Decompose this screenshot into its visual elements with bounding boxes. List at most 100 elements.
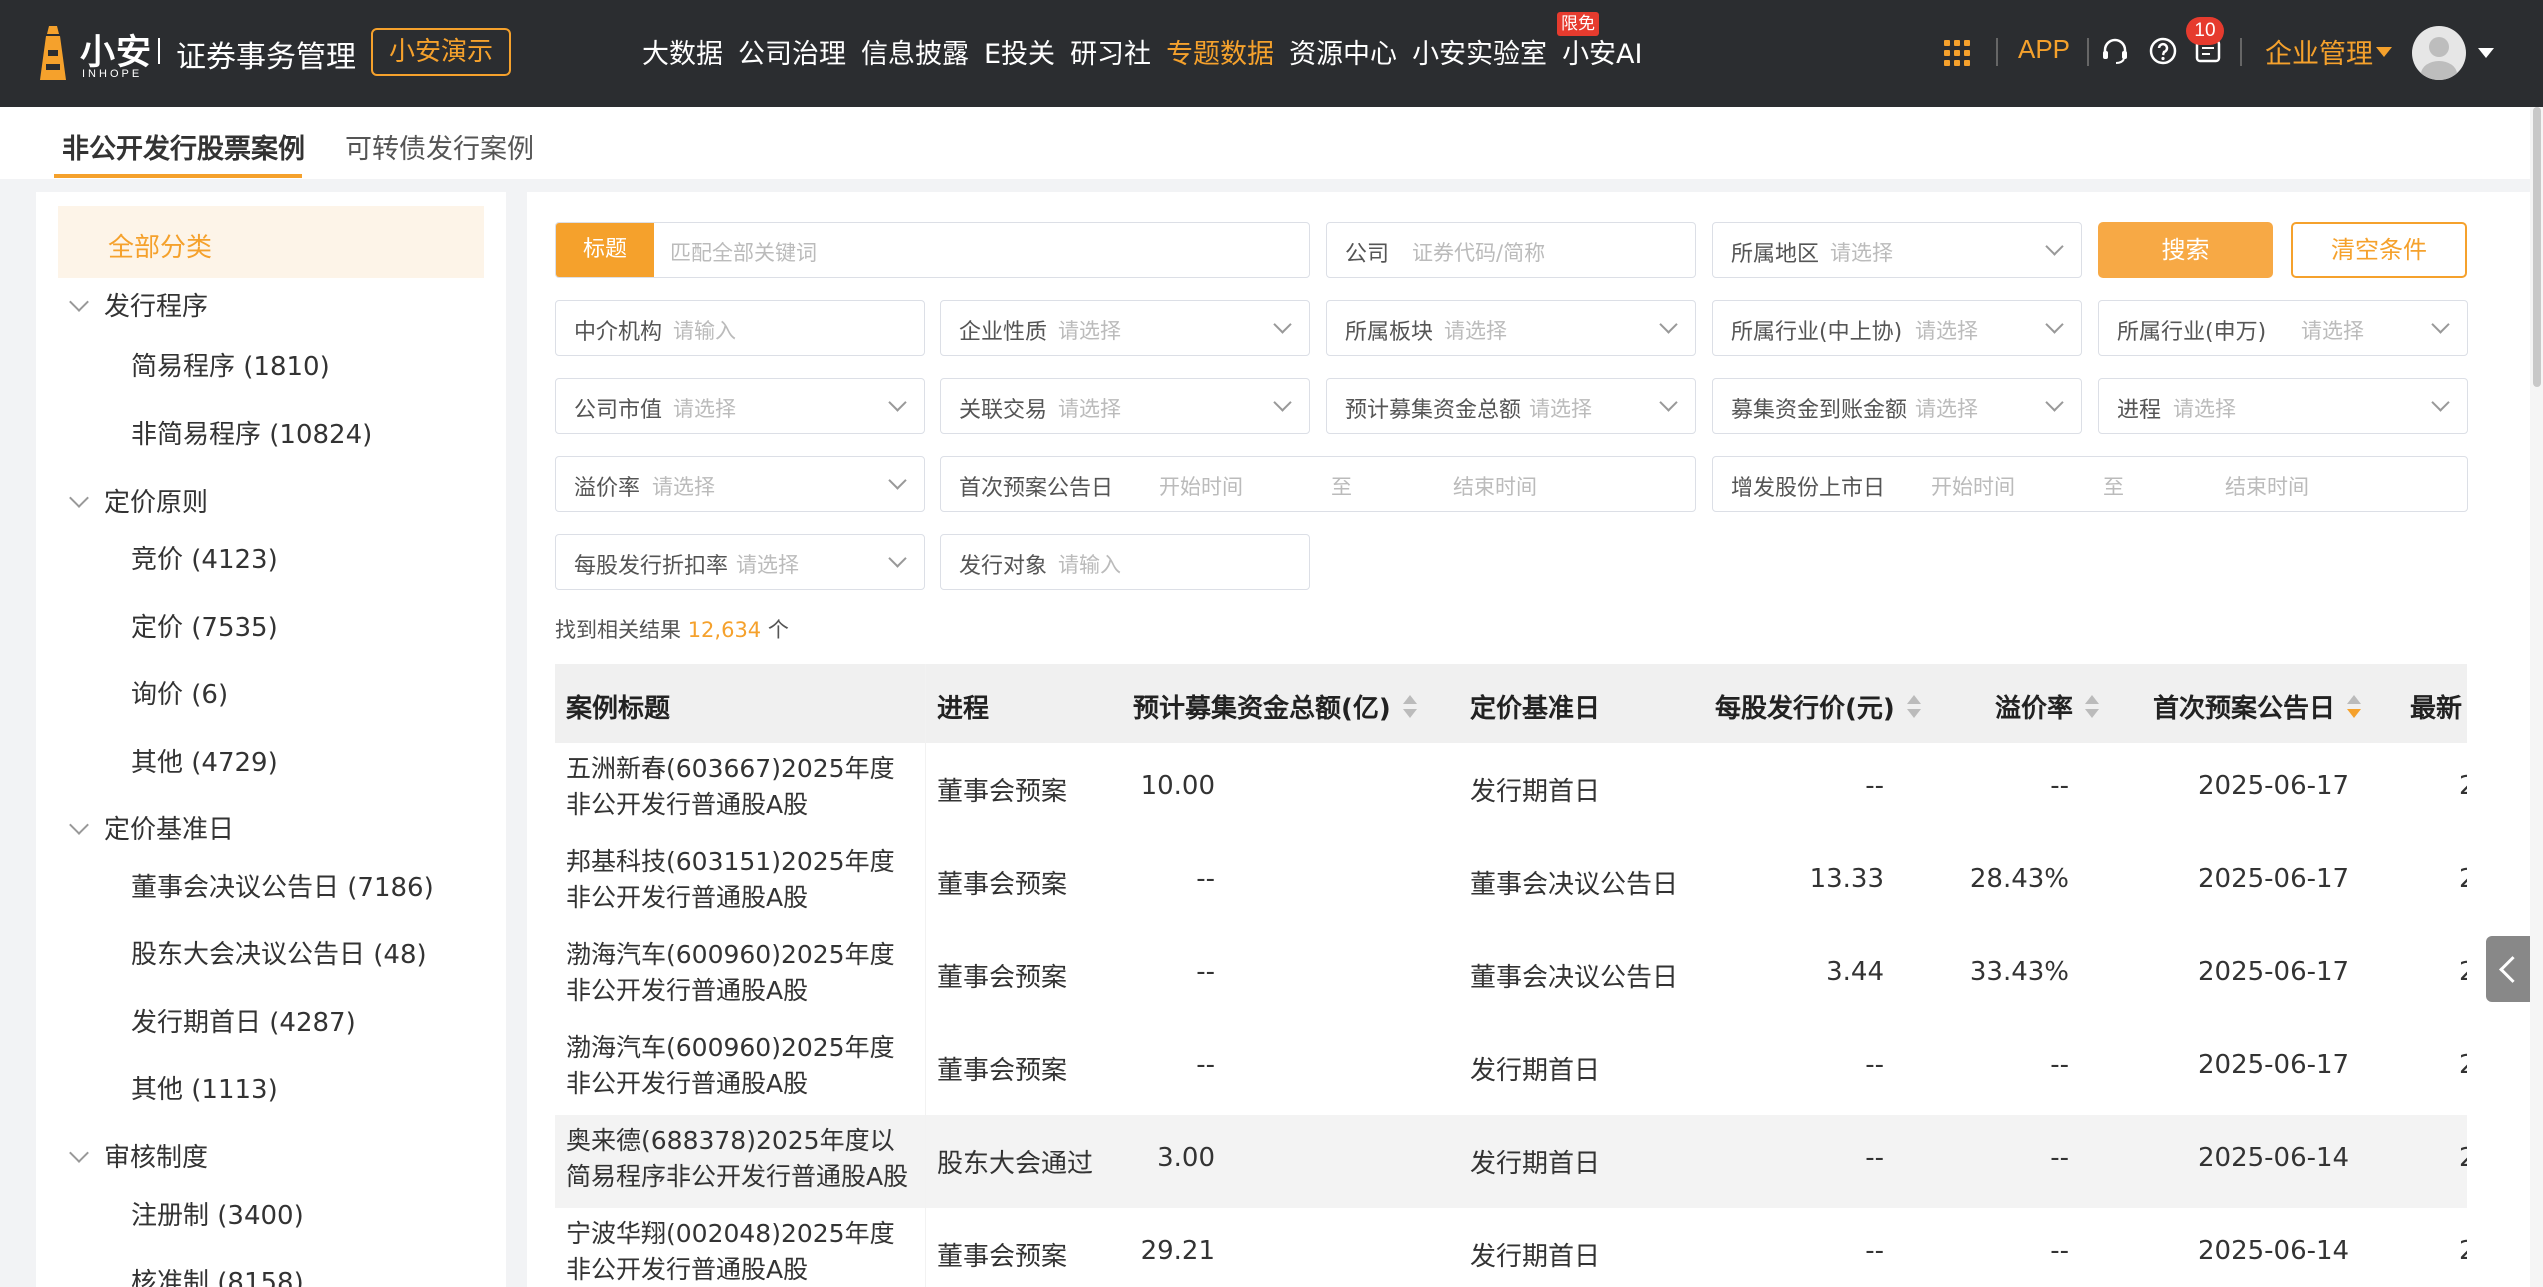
table-row[interactable]: 五洲新春(603667)2025年度非公开发行普通股A股 董事会预案 10.00… [555,743,2467,837]
first-announcement-date-range[interactable]: 首次预案公告日 开始时间 至 结束时间 [940,456,1696,512]
premium-rate-select[interactable]: 溢价率 请选择 [555,456,925,512]
sidebar-item-registration-system[interactable]: 注册制 (3400) [131,1195,304,1232]
case-title-link[interactable]: 渤海汽车(600960)2025年度非公开发行普通股A股 [566,1030,916,1102]
cell-latest: 2 [2459,864,2467,894]
industry-csa-select[interactable]: 所属行业(中上协) 请选择 [1712,300,2082,356]
region-select[interactable]: 所属地区 请选择 [1712,222,2082,278]
title-keyword-field[interactable]: 标题 匹配全部关键词 [555,222,1310,278]
sidebar-item-inquiry[interactable]: 询价 (6) [131,674,228,711]
side-panel-toggle[interactable] [2486,936,2530,1002]
clear-filters-button[interactable]: 清空条件 [2291,222,2467,278]
tab-convertible-bond-cases[interactable]: 可转债发行案例 [345,127,534,166]
cell-premium-rate: -- [2050,1143,2069,1173]
chevron-down-icon [1659,393,1678,412]
intermediary-field[interactable]: 中介机构 请输入 [555,300,925,356]
table-row[interactable]: 渤海汽车(600960)2025年度非公开发行普通股A股 董事会预案 -- 董事… [555,929,2467,1023]
sidebar-group-review-system[interactable]: 审核制度 [69,1137,208,1174]
sidebar-item-bidding[interactable]: 竞价 (4123) [131,539,278,576]
sort-desc-icon[interactable] [2347,694,2362,721]
case-title-link[interactable]: 邦基科技(603151)2025年度非公开发行普通股A股 [566,844,916,916]
sort-icon[interactable] [1906,694,1921,721]
help-icon[interactable] [2148,36,2178,66]
title-tag: 标题 [556,223,654,277]
cell-raise-amount: -- [1196,1050,1215,1080]
case-title-link[interactable]: 渤海汽车(600960)2025年度非公开发行普通股A股 [566,937,916,1009]
board-select[interactable]: 所属板块 请选择 [1326,300,1696,356]
column-header-raise-amount[interactable]: 预计募集资金总额(亿) [1133,688,1417,725]
table-row[interactable]: 奥来德(688378)2025年度以简易程序非公开发行普通股A股 股东大会通过 … [555,1115,2467,1209]
sort-icon[interactable] [2085,694,2100,721]
start-date-input[interactable]: 开始时间 [1931,471,2015,501]
nav-disclosure[interactable]: 信息披露 [861,32,969,71]
nav-ai[interactable]: 小安AI [1562,32,1642,71]
app-title: 证券事务管理 [176,40,356,75]
enterprise-management-menu[interactable]: 企业管理 [2265,32,2373,71]
top-navigation-bar: 小安 INHOPE 证券事务管理 小安演示 大数据 公司治理 信息披露 E投关 … [0,0,2543,107]
case-title-link[interactable]: 奥来德(688378)2025年度以简易程序非公开发行普通股A股 [566,1123,916,1195]
apps-grid-icon[interactable] [1944,40,1970,66]
raise-total-select[interactable]: 预计募集资金总额 请选择 [1326,378,1696,434]
cell-first-announcement-date: 2025-06-14 [2198,1236,2350,1266]
nav-study-club[interactable]: 研习社 [1070,32,1151,71]
caret-down-icon[interactable] [2376,47,2392,57]
sidebar-group-pricing-base-date[interactable]: 定价基准日 [69,809,234,846]
sidebar-item-all[interactable]: 全部分类 [58,206,484,278]
industry-sw-select[interactable]: 所属行业(申万) 请选择 [2098,300,2468,356]
nav-big-data[interactable]: 大数据 [642,32,723,71]
enterprise-nature-select[interactable]: 企业性质 请选择 [940,300,1310,356]
raise-net-select[interactable]: 募集资金到账金额 请选择 [1712,378,2082,434]
nav-resource-center[interactable]: 资源中心 [1289,32,1397,71]
sidebar-item-pricing-other[interactable]: 其他 (4729) [131,742,278,779]
market-cap-select[interactable]: 公司市值 请选择 [555,378,925,434]
sidebar-item-base-date-other[interactable]: 其他 (1113) [131,1069,278,1106]
column-header-first-announcement-date[interactable]: 首次预案公告日 [2153,688,2362,725]
end-date-input[interactable]: 结束时间 [1453,471,1537,501]
cell-latest: 2 [2459,1143,2467,1173]
case-title-link[interactable]: 宁波华翔(002048)2025年度非公开发行普通股A股 [566,1216,916,1287]
sidebar-item-non-simple-procedure[interactable]: 非简易程序 (10824) [131,414,372,451]
nav-lab[interactable]: 小安实验室 [1412,32,1547,71]
cell-first-announcement-date: 2025-06-17 [2198,771,2350,801]
demo-account-button[interactable]: 小安演示 [371,28,511,76]
issue-target-field[interactable]: 发行对象 请输入 [940,534,1310,590]
column-header-premium-rate[interactable]: 溢价率 [1995,688,2100,725]
listing-date-range[interactable]: 增发股份上市日 开始时间 至 结束时间 [1712,456,2468,512]
search-button[interactable]: 搜索 [2098,222,2273,278]
sidebar-item-approval-system[interactable]: 核准制 (8158) [131,1262,304,1287]
headset-icon[interactable] [2100,36,2130,66]
app-download-link[interactable]: APP [2018,34,2070,65]
cell-latest: 2 [2459,1236,2467,1266]
result-count-number: 12,634 [687,618,762,642]
sidebar-item-simple-procedure[interactable]: 简易程序 (1810) [131,346,330,383]
company-field[interactable]: 公司 证券代码/简称 [1326,222,1696,278]
related-transaction-select[interactable]: 关联交易 请选择 [940,378,1310,434]
chevron-down-icon [2045,393,2064,412]
start-date-input[interactable]: 开始时间 [1159,471,1243,501]
discount-rate-select[interactable]: 每股发行折扣率 请选择 [555,534,925,590]
nav-governance[interactable]: 公司治理 [738,32,846,71]
tab-private-placement-cases[interactable]: 非公开发行股票案例 [62,127,305,166]
sidebar-item-shareholder-meeting-date[interactable]: 股东大会决议公告日 (48) [131,934,427,971]
sort-icon[interactable] [1402,694,1417,721]
app-logo[interactable]: 小安 INHOPE [36,24,156,82]
result-count: 找到相关结果 12,634 个 [555,618,789,642]
sidebar-group-pricing-principle[interactable]: 定价原则 [69,482,208,519]
scrollbar-thumb[interactable] [2533,107,2541,387]
nav-e-investor-relations[interactable]: E投关 [984,32,1055,71]
user-avatar[interactable] [2412,26,2466,80]
progress-select[interactable]: 进程 请选择 [2098,378,2468,434]
sidebar-group-issue-procedure[interactable]: 发行程序 [69,286,208,323]
sidebar-item-fixed-price[interactable]: 定价 (7535) [131,607,278,644]
sidebar-item-issue-period-first-day[interactable]: 发行期首日 (4287) [131,1002,356,1039]
case-title-link[interactable]: 五洲新春(603667)2025年度非公开发行普通股A股 [566,751,916,823]
table-row[interactable]: 宁波华翔(002048)2025年度非公开发行普通股A股 董事会预案 29.21… [555,1208,2467,1287]
table-row[interactable]: 渤海汽车(600960)2025年度非公开发行普通股A股 董事会预案 -- 发行… [555,1022,2467,1116]
column-header-issue-price[interactable]: 每股发行价(元) [1715,688,1921,725]
nav-special-data[interactable]: 专题数据 [1166,32,1274,71]
cell-progress: 董事会预案 [937,777,1068,807]
user-menu-caret-icon[interactable] [2478,48,2494,58]
sidebar-item-board-resolution-date[interactable]: 董事会决议公告日 (7186) [131,867,434,904]
end-date-input[interactable]: 结束时间 [2225,471,2309,501]
toolbar-divider [2087,38,2089,66]
table-row[interactable]: 邦基科技(603151)2025年度非公开发行普通股A股 董事会预案 -- 董事… [555,836,2467,930]
